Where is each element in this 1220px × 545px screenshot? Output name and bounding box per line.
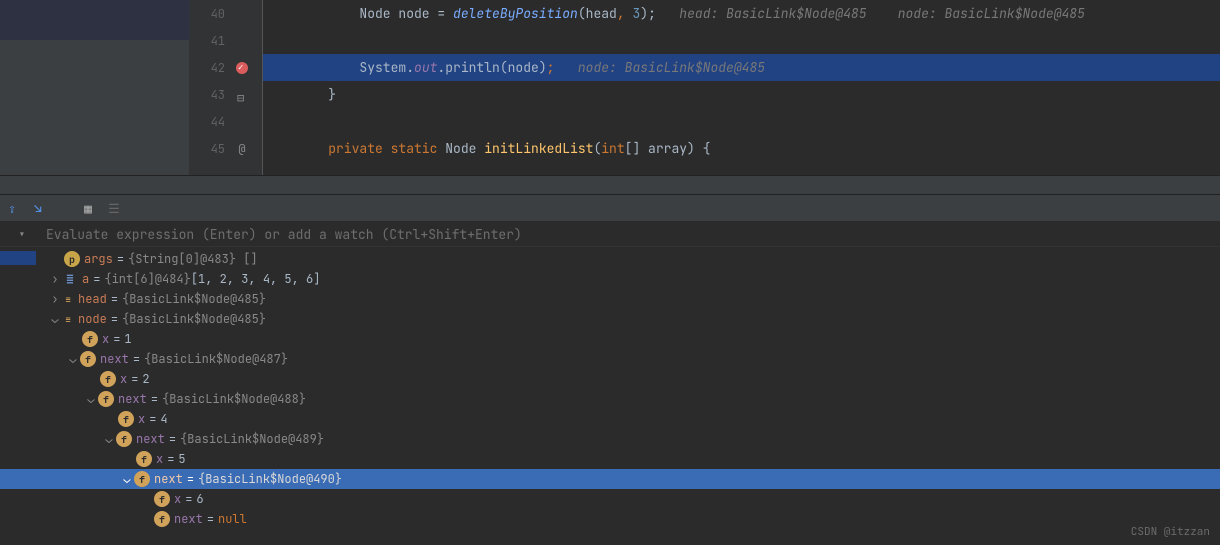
fold-icon[interactable]: ⊟ <box>237 90 247 100</box>
debug-toolbar: ⇪ ↘ ▦ ☰ <box>0 195 1220 222</box>
variable-row-next[interactable]: ⌄ f next = {BasicLink$Node@488} <box>0 389 1220 409</box>
field-icon: f <box>118 411 134 427</box>
variable-row-args[interactable]: p args = {String[0]@483} [] <box>0 249 1220 269</box>
gutter-row[interactable]: 43 ⊟ <box>189 81 262 108</box>
object-icon: ≡ <box>62 311 74 327</box>
inline-hint: head: BasicLink$Node@485 <box>679 5 866 22</box>
variable-row-x[interactable]: f x = 6 <box>0 489 1220 509</box>
variables-panel: p args = {String[0]@483} [] › ≣ a = {int… <box>0 247 1220 545</box>
gutter-row[interactable]: 42 <box>189 54 262 81</box>
parameter-icon: p <box>64 251 80 267</box>
line-number: 43 <box>203 87 225 103</box>
inline-hint: node: BasicLink$Node@485 <box>898 5 1085 22</box>
code-line[interactable]: Node node = deleteByPosition(head, 3); h… <box>263 0 1220 27</box>
gutter-row[interactable]: 41 <box>189 27 262 54</box>
gutter-row[interactable]: 40 <box>189 0 262 27</box>
array-icon: ≣ <box>62 271 78 287</box>
left-sidebar <box>0 0 189 175</box>
input-placeholder: Evaluate expression (Enter) or add a wat… <box>46 226 522 243</box>
variable-row-next[interactable]: ⌄ f next = {BasicLink$Node@487} <box>0 349 1220 369</box>
chevron-down-icon[interactable]: ▾ <box>18 226 26 243</box>
inline-hint: node: BasicLink$Node@485 <box>578 59 765 76</box>
field-icon: f <box>154 511 170 527</box>
watermark: CSDN @itzzan <box>1131 525 1210 539</box>
code-line[interactable]: private static Node initLinkedList(int[]… <box>263 135 1220 162</box>
variable-row-next[interactable]: ⌄ f next = {BasicLink$Node@489} <box>0 429 1220 449</box>
field-icon: f <box>82 331 98 347</box>
code-line[interactable] <box>263 108 1220 135</box>
code-line-current[interactable]: System.out.println(node); node: BasicLin… <box>263 54 1220 81</box>
table-icon[interactable]: ▦ <box>80 200 96 216</box>
field-icon: f <box>154 491 170 507</box>
variable-row-head[interactable]: › ≡ head = {BasicLink$Node@485} <box>0 289 1220 309</box>
field-icon: f <box>80 351 96 367</box>
object-icon: ≡ <box>62 291 74 307</box>
selection-indicator <box>0 251 36 265</box>
code-line[interactable]: } <box>263 81 1220 108</box>
line-number: 44 <box>203 114 225 130</box>
variable-row-node[interactable]: ⌄ ≡ node = {BasicLink$Node@485} <box>0 309 1220 329</box>
collapse-arrow-icon[interactable]: ⌄ <box>120 471 134 487</box>
collapse-icon[interactable]: ☰ <box>106 200 122 216</box>
collapse-arrow-icon[interactable]: ⌄ <box>102 431 116 447</box>
gutter-row[interactable]: 45 @ <box>189 135 262 162</box>
expand-arrow-icon[interactable]: › <box>48 271 62 287</box>
variable-row-next-selected[interactable]: ⌄ f next = {BasicLink$Node@490} <box>0 469 1220 489</box>
variable-row-x[interactable]: f x = 2 <box>0 369 1220 389</box>
field-icon: f <box>98 391 114 407</box>
line-number: 45 <box>203 141 225 157</box>
evaluate-expression-input[interactable]: ▾ Evaluate expression (Enter) or add a w… <box>0 222 1220 247</box>
field-icon: f <box>116 431 132 447</box>
gutter-row[interactable]: 44 <box>189 108 262 135</box>
collapse-arrow-icon[interactable]: ⌄ <box>84 391 98 407</box>
variable-row-x[interactable]: f x = 5 <box>0 449 1220 469</box>
line-number: 41 <box>203 33 225 49</box>
line-number: 40 <box>203 6 225 22</box>
variable-row-x[interactable]: f x = 4 <box>0 409 1220 429</box>
field-icon: f <box>134 471 150 487</box>
collapse-arrow-icon[interactable]: ⌄ <box>48 311 62 327</box>
step-icon[interactable]: ↘ <box>30 200 46 216</box>
field-icon: f <box>136 451 152 467</box>
variable-row-next-null[interactable]: f next = null <box>0 509 1220 529</box>
collapse-arrow-icon[interactable]: ⌄ <box>66 351 80 367</box>
code-editor: 40 41 42 43 ⊟ 44 45 @ Node node = delete… <box>0 0 1220 175</box>
variable-row-x[interactable]: f x = 1 <box>0 329 1220 349</box>
breakpoint-icon[interactable] <box>236 62 248 74</box>
expand-arrow-icon[interactable]: › <box>48 291 62 307</box>
code-content[interactable]: Node node = deleteByPosition(head, 3); h… <box>263 0 1220 175</box>
line-gutter[interactable]: 40 41 42 43 ⊟ 44 45 @ <box>189 0 263 175</box>
field-icon: f <box>100 371 116 387</box>
stack-up-icon[interactable]: ⇪ <box>4 200 20 216</box>
variable-row-a[interactable]: › ≣ a = {int[6]@484} [1, 2, 3, 4, 5, 6] <box>0 269 1220 289</box>
override-icon[interactable]: @ <box>225 141 259 157</box>
line-number: 42 <box>203 60 225 76</box>
panel-divider[interactable] <box>0 175 1220 195</box>
code-line[interactable] <box>263 27 1220 54</box>
